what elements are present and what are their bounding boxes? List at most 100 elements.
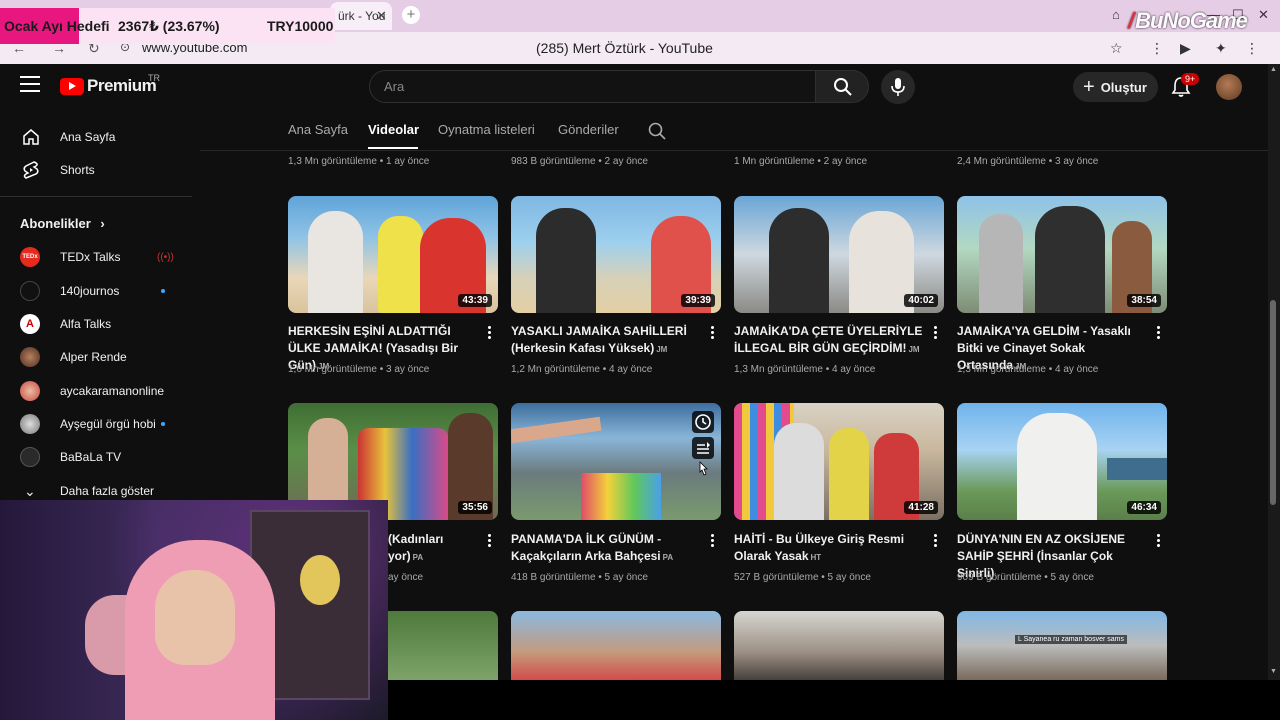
- country-code: TR: [148, 73, 160, 83]
- menu-dots-icon[interactable]: ⋮: [1150, 40, 1164, 57]
- video-meta: 1,3 Mn görüntüleme • 4 ay önce: [957, 364, 1099, 375]
- channel-avatar: TEDx: [20, 247, 40, 267]
- video-thumbnail[interactable]: 38:54: [957, 196, 1167, 313]
- menu-hamburger-icon[interactable]: [20, 76, 40, 92]
- tab-posts[interactable]: Gönderiler: [558, 122, 619, 137]
- video-title[interactable]: PANAMA'DA İLK GÜNÜM - Kaçakçıların Arka …: [511, 531, 701, 566]
- video-meta: 1,3 Mn görüntüleme • 4 ay önce: [734, 364, 876, 375]
- video-options-icon[interactable]: [488, 326, 492, 341]
- video-title[interactable]: HAİTİ - Bu Ülkeye Giriş Resmi Olarak Yas…: [734, 531, 924, 566]
- sidebar-sub-alfa-talks[interactable]: A Alfa Talks: [0, 307, 192, 341]
- video-thumbnail[interactable]: [511, 403, 721, 520]
- page-title: (285) Mert Öztürk - YouTube: [536, 40, 713, 56]
- thumb-figure: [1107, 458, 1167, 480]
- watch-later-icon[interactable]: [692, 411, 714, 433]
- sidebar-sub-aycakaraman[interactable]: aycakaramanonline: [0, 374, 192, 408]
- video-duration: 39:39: [681, 294, 715, 307]
- bottom-bar: [388, 680, 1280, 720]
- sidebar-sub-label: 140journos: [60, 284, 120, 298]
- scrollbar-thumb[interactable]: [1270, 300, 1276, 505]
- active-tab-indicator: [368, 147, 418, 149]
- video-title-text: (Kadınları: [388, 532, 444, 546]
- video-title[interactable]: YASAKLI JAMAİKA SAHİLLERİ (Herkesin Kafa…: [511, 323, 701, 358]
- bookmark-icon[interactable]: ☆: [1110, 40, 1123, 57]
- video-thumbnail[interactable]: [734, 611, 944, 680]
- video-options-icon[interactable]: [1157, 534, 1161, 549]
- country-badge: JM: [908, 345, 920, 354]
- new-content-dot: [161, 289, 165, 293]
- account-avatar[interactable]: [1216, 74, 1242, 100]
- goal-progress-text: 2367₺ (23.67%): [118, 18, 220, 34]
- browser-menu-icon[interactable]: ⋮: [1245, 40, 1259, 57]
- video-title-text: JAMAİKA'DA ÇETE ÜYELERİYLE İLLEGAL BİR G…: [734, 324, 923, 355]
- video-title[interactable]: (Kadınları yor) PA: [388, 531, 468, 566]
- cast-icon[interactable]: ▶: [1180, 40, 1191, 57]
- sidebar-sub-tedx[interactable]: TEDx TEDx Talks ((•)): [0, 240, 192, 274]
- video-options-icon[interactable]: [711, 534, 715, 549]
- scroll-up-icon[interactable]: ▲: [1270, 66, 1277, 73]
- country-badge: PA: [662, 553, 674, 562]
- tab-home[interactable]: Ana Sayfa: [288, 122, 348, 137]
- channel-avatar: [20, 347, 40, 367]
- window-close-icon[interactable]: ✕: [1258, 7, 1269, 23]
- video-duration: 43:39: [458, 294, 492, 307]
- subscriptions-heading[interactable]: Abonelikler ›: [20, 216, 105, 231]
- video-meta: 1 Mn görüntüleme • 2 ay önce: [734, 156, 868, 167]
- add-to-queue-icon[interactable]: [692, 437, 714, 459]
- thumb-figure: [536, 208, 596, 313]
- tab-videos[interactable]: Videolar: [368, 122, 419, 137]
- sidebar-sub-aysegul[interactable]: Ayşegül örgü hobi: [0, 407, 192, 441]
- search-input[interactable]: Ara: [369, 70, 816, 103]
- goal-label: Ocak Ayı Hedefi: [4, 18, 110, 34]
- video-thumbnail[interactable]: 40:02: [734, 196, 944, 313]
- video-thumbnail[interactable]: [511, 611, 721, 680]
- scroll-down-icon[interactable]: ▼: [1270, 668, 1277, 675]
- video-options-icon[interactable]: [934, 534, 938, 549]
- video-thumbnail[interactable]: 39:39: [511, 196, 721, 313]
- logo-text: Premium: [87, 76, 157, 95]
- video-duration: 41:28: [904, 501, 938, 514]
- webcam-person-face: [155, 570, 235, 665]
- sidebar-sub-label: Alper Rende: [60, 350, 127, 364]
- sidebar-sub-label: aycakaramanonline: [60, 384, 165, 398]
- video-title[interactable]: JAMAİKA'DA ÇETE ÜYELERİYLE İLLEGAL BİR G…: [734, 323, 924, 358]
- video-options-icon[interactable]: [711, 326, 715, 341]
- video-thumbnail[interactable]: 41:28: [734, 403, 944, 520]
- live-indicator-icon: ((•)): [157, 251, 174, 263]
- channel-avatar: [20, 281, 40, 301]
- voice-search-button[interactable]: [881, 70, 915, 104]
- sidebar-item-shorts[interactable]: Shorts: [0, 153, 192, 187]
- chevron-down-icon: ⌄: [24, 482, 36, 499]
- watermark-logo: /BuNoGame: [1128, 8, 1248, 33]
- channel-avatar: [20, 414, 40, 434]
- thumb-figure: [1035, 206, 1105, 313]
- video-meta: 527 B görüntüleme • 5 ay önce: [734, 572, 871, 583]
- tab-playlists[interactable]: Oynatma listeleri: [438, 122, 535, 137]
- sidebar-sub-label: TEDx Talks: [60, 250, 121, 264]
- search-button[interactable]: [815, 70, 869, 103]
- video-title-text: PANAMA'DA İLK GÜNÜM - Kaçakçıların Arka …: [511, 532, 662, 563]
- channel-search-icon[interactable]: [648, 122, 666, 140]
- sidebar-sub-alper-rende[interactable]: Alper Rende: [0, 340, 192, 374]
- create-button[interactable]: + Oluştur: [1073, 72, 1158, 102]
- channel-avatar: A: [20, 314, 40, 334]
- sidebar-item-home[interactable]: Ana Sayfa: [0, 120, 192, 154]
- account-icon[interactable]: ⌂: [1112, 7, 1120, 22]
- shorts-icon: [23, 161, 39, 179]
- video-options-icon[interactable]: [1157, 326, 1161, 341]
- extensions-icon[interactable]: ✦: [1215, 40, 1227, 57]
- video-options-icon[interactable]: [488, 534, 492, 549]
- video-thumbnail[interactable]: L Sayanea ru zaman bosver sams: [957, 611, 1167, 680]
- video-title-text: yor): [388, 549, 411, 563]
- video-meta: 983 B görüntüleme • 2 ay önce: [511, 156, 648, 167]
- video-meta: 909 B görüntüleme • 5 ay önce: [957, 572, 1094, 583]
- video-thumbnail[interactable]: 43:39: [288, 196, 498, 313]
- tab-close-icon[interactable]: ✕: [376, 8, 387, 24]
- new-tab-icon[interactable]: +: [402, 6, 420, 24]
- sidebar-sub-140journos[interactable]: 140journos: [0, 274, 192, 308]
- youtube-premium-logo[interactable]: Premium TR: [60, 73, 160, 96]
- sidebar-sub-babala[interactable]: BaBaLa TV: [0, 440, 192, 474]
- video-thumbnail[interactable]: 46:34: [957, 403, 1167, 520]
- chevron-right-icon: ›: [100, 216, 105, 231]
- video-options-icon[interactable]: [934, 326, 938, 341]
